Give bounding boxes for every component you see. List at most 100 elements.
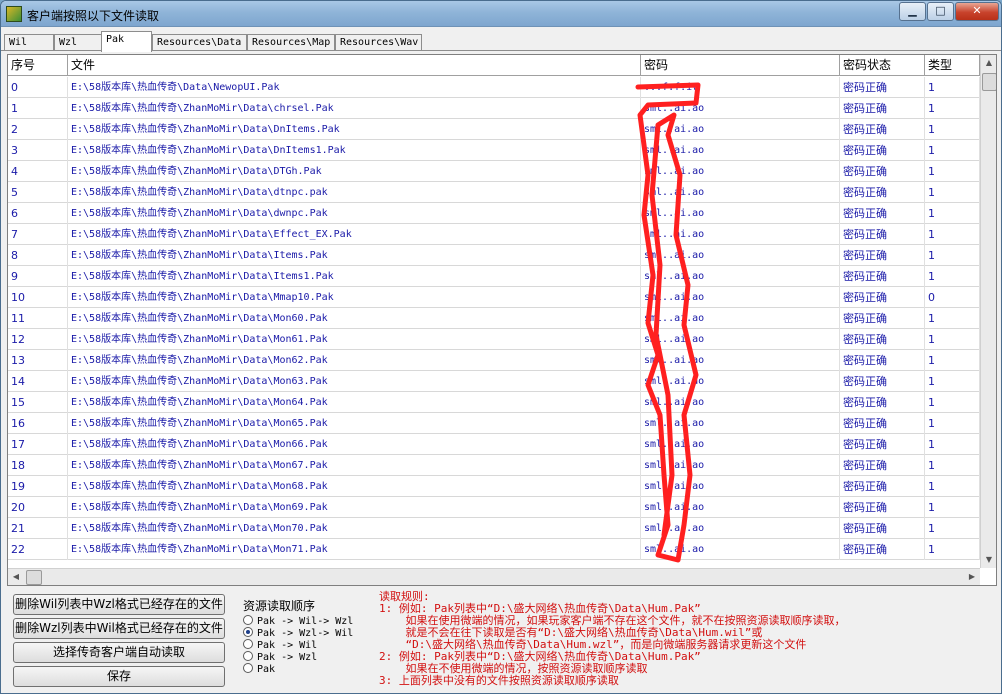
table-row[interactable]: 2 E:\58版本库\热血传奇\ZhanMoMir\Data\DnItems.Pa…: [8, 119, 980, 140]
tab-resources-wav[interactable]: Resources\Wav: [335, 34, 422, 51]
row-type: 1: [925, 98, 980, 119]
radio-button-icon[interactable]: [243, 663, 253, 673]
row-file-path: E:\58版本库\热血传奇\ZhanMoMir\Data\Mon69.Pak: [68, 497, 641, 518]
row-type: 1: [925, 245, 980, 266]
resource-order-label: 资源读取顺序: [243, 599, 316, 613]
table-row[interactable]: 5 E:\58版本库\热血传奇\ZhanMoMir\Data\dtnpc.pak s…: [8, 182, 980, 203]
radio-button-icon[interactable]: [243, 639, 253, 649]
row-password-status: 密码正确: [840, 140, 925, 161]
tab-resources-map[interactable]: Resources\Map: [247, 34, 335, 51]
table-row[interactable]: 18 E:\58版本库\热血传奇\ZhanMoMir\Data\Mon67.Pak…: [8, 455, 980, 476]
table-row[interactable]: 7 E:\58版本库\热血传奇\ZhanMoMir\Data\Effect_EX.…: [8, 224, 980, 245]
resource-order-option[interactable]: Pak -> Wzl: [243, 651, 317, 663]
row-password-status: 密码正确: [840, 392, 925, 413]
row-index: 14: [8, 371, 68, 392]
row-type: 1: [925, 308, 980, 329]
minimize-button[interactable]: ▁: [899, 2, 926, 21]
table-row[interactable]: 8 E:\58版本库\热血传奇\ZhanMoMir\Data\Items.Pak s…: [8, 245, 980, 266]
row-password-status: 密码正确: [840, 266, 925, 287]
resource-order-option[interactable]: Pak: [243, 663, 275, 675]
scroll-down-arrow-icon[interactable]: ▼: [981, 552, 996, 568]
table-row[interactable]: 6 E:\58版本库\热血传奇\ZhanMoMir\Data\dwnpc.Pak s…: [8, 203, 980, 224]
row-type: 1: [925, 413, 980, 434]
row-password: sml..ai.ao: [641, 140, 840, 161]
delete-wzl-in-wil-button[interactable]: 删除Wil列表中Wzl格式已经存在的文件: [13, 594, 225, 615]
table-row[interactable]: 22 E:\58版本库\热血传奇\ZhanMoMir\Data\Mon71.Pak…: [8, 539, 980, 560]
row-file-path: E:\58版本库\热血传奇\ZhanMoMir\Data\DnItems1.Pa…: [68, 140, 641, 161]
row-type: 1: [925, 455, 980, 476]
row-file-path: E:\58版本库\热血传奇\ZhanMoMir\Data\Mon62.Pak: [68, 350, 641, 371]
scroll-left-arrow-icon[interactable]: ◀: [8, 569, 24, 585]
radio-button-icon[interactable]: [243, 627, 253, 637]
row-file-path: E:\58版本库\热血传奇\ZhanMoMir\Data\Mon65.Pak: [68, 413, 641, 434]
row-index: 8: [8, 245, 68, 266]
row-password-status: 密码正确: [840, 161, 925, 182]
tab-wil[interactable]: Wil: [4, 34, 54, 51]
resource-order-option[interactable]: Pak -> Wil: [243, 639, 317, 651]
close-button[interactable]: ✕: [955, 2, 999, 21]
row-type: 1: [925, 77, 980, 98]
file-table[interactable]: 序号 文件 密码 密码状态 类型 0 E:\58版本库\热血传奇\Data\New…: [7, 54, 997, 586]
table-row[interactable]: 11 E:\58版本库\热血传奇\ZhanMoMir\Data\Mon60.Pak…: [8, 308, 980, 329]
radio-button-icon[interactable]: [243, 615, 253, 625]
horizontal-scroll-thumb[interactable]: [26, 570, 42, 585]
row-password-status: 密码正确: [840, 518, 925, 539]
table-row[interactable]: 3 E:\58版本库\热血传奇\ZhanMoMir\Data\DnItems1.P…: [8, 140, 980, 161]
auto-read-client-button[interactable]: 选择传奇客户端自动读取: [13, 642, 225, 663]
column-header-password-status[interactable]: 密码状态: [840, 55, 925, 76]
table-row[interactable]: 14 E:\58版本库\热血传奇\ZhanMoMir\Data\Mon63.Pak…: [8, 371, 980, 392]
scroll-right-arrow-icon[interactable]: ▶: [964, 569, 980, 585]
row-index: 22: [8, 539, 68, 560]
row-password: sml..ai.ao: [641, 224, 840, 245]
row-password-status: 密码正确: [840, 98, 925, 119]
row-password: sml..ai.ao: [641, 434, 840, 455]
table-row[interactable]: 20 E:\58版本库\热血传奇\ZhanMoMir\Data\Mon69.Pak…: [8, 497, 980, 518]
table-row[interactable]: 16 E:\58版本库\热血传奇\ZhanMoMir\Data\Mon65.Pak…: [8, 413, 980, 434]
table-row[interactable]: 12 E:\58版本库\热血传奇\ZhanMoMir\Data\Mon61.Pak…: [8, 329, 980, 350]
scroll-up-arrow-icon[interactable]: ▲: [981, 55, 996, 71]
row-type: 1: [925, 329, 980, 350]
column-header-file[interactable]: 文件: [68, 55, 641, 76]
table-row[interactable]: 21 E:\58版本库\热血传奇\ZhanMoMir\Data\Mon70.Pak…: [8, 518, 980, 539]
table-row[interactable]: 1 E:\58版本库\热血传奇\ZhanMoMir\Data\chrsel.Pak…: [8, 98, 980, 119]
row-type: 1: [925, 518, 980, 539]
vertical-scrollbar[interactable]: ▲ ▼: [980, 55, 996, 568]
table-row[interactable]: 13 E:\58版本库\热血传奇\ZhanMoMir\Data\Mon62.Pak…: [8, 350, 980, 371]
table-row[interactable]: 15 E:\58版本库\热血传奇\ZhanMoMir\Data\Mon64.Pak…: [8, 392, 980, 413]
row-type: 1: [925, 434, 980, 455]
row-password: sml..ai.ao: [641, 119, 840, 140]
resource-order-option[interactable]: Pak -> Wzl-> Wil: [243, 627, 353, 639]
maximize-button[interactable]: □: [927, 2, 954, 21]
row-password: sml..ai.ao: [641, 350, 840, 371]
tab-wzl[interactable]: Wzl: [54, 34, 102, 51]
resource-order-option[interactable]: Pak -> Wil-> Wzl: [243, 615, 353, 627]
table-row[interactable]: 19 E:\58版本库\热血传奇\ZhanMoMir\Data\Mon68.Pak…: [8, 476, 980, 497]
row-password-status: 密码正确: [840, 77, 925, 98]
row-file-path: E:\58版本库\热血传奇\Data\NewopUI.Pak: [68, 77, 641, 98]
tab-pak[interactable]: Pak: [101, 31, 152, 52]
column-header-password[interactable]: 密码: [641, 55, 840, 76]
table-row[interactable]: 9 E:\58版本库\热血传奇\ZhanMoMir\Data\Items1.Pak…: [8, 266, 980, 287]
row-index: 18: [8, 455, 68, 476]
tab-resources-data[interactable]: Resources\Data: [152, 34, 247, 51]
row-type: 1: [925, 224, 980, 245]
save-button[interactable]: 保存: [13, 666, 225, 687]
row-type: 1: [925, 182, 980, 203]
row-password-status: 密码正确: [840, 245, 925, 266]
horizontal-scrollbar[interactable]: ◀ ▶: [8, 568, 980, 585]
vertical-scroll-thumb[interactable]: [982, 73, 996, 91]
row-file-path: E:\58版本库\热血传奇\ZhanMoMir\Data\Mmap10.Pak: [68, 287, 641, 308]
column-header-index[interactable]: 序号: [8, 55, 68, 76]
delete-wil-in-wzl-button[interactable]: 删除Wzl列表中Wil格式已经存在的文件: [13, 618, 225, 639]
table-row[interactable]: 4 E:\58版本库\热血传奇\ZhanMoMir\Data\DTGh.Pak sm…: [8, 161, 980, 182]
read-rules-text: 读取规则: 1: 例如: Pak列表中“D:\盛大网络\热血传奇\Data\Hum…: [379, 591, 979, 687]
row-index: 20: [8, 497, 68, 518]
table-row[interactable]: 17 E:\58版本库\热血传奇\ZhanMoMir\Data\Mon66.Pak…: [8, 434, 980, 455]
column-header-type[interactable]: 类型: [925, 55, 980, 76]
table-row[interactable]: 10 E:\58版本库\热血传奇\ZhanMoMir\Data\Mmap10.Pa…: [8, 287, 980, 308]
radio-button-icon[interactable]: [243, 651, 253, 661]
row-type: 1: [925, 119, 980, 140]
table-header: 序号 文件 密码 密码状态 类型: [8, 55, 980, 76]
table-row[interactable]: 0 E:\58版本库\热血传奇\Data\NewopUI.Pak ...f.f.iv…: [8, 77, 980, 98]
tab-bar: Wil Wzl Pak Resources\Data Resources\Map…: [1, 27, 1001, 52]
